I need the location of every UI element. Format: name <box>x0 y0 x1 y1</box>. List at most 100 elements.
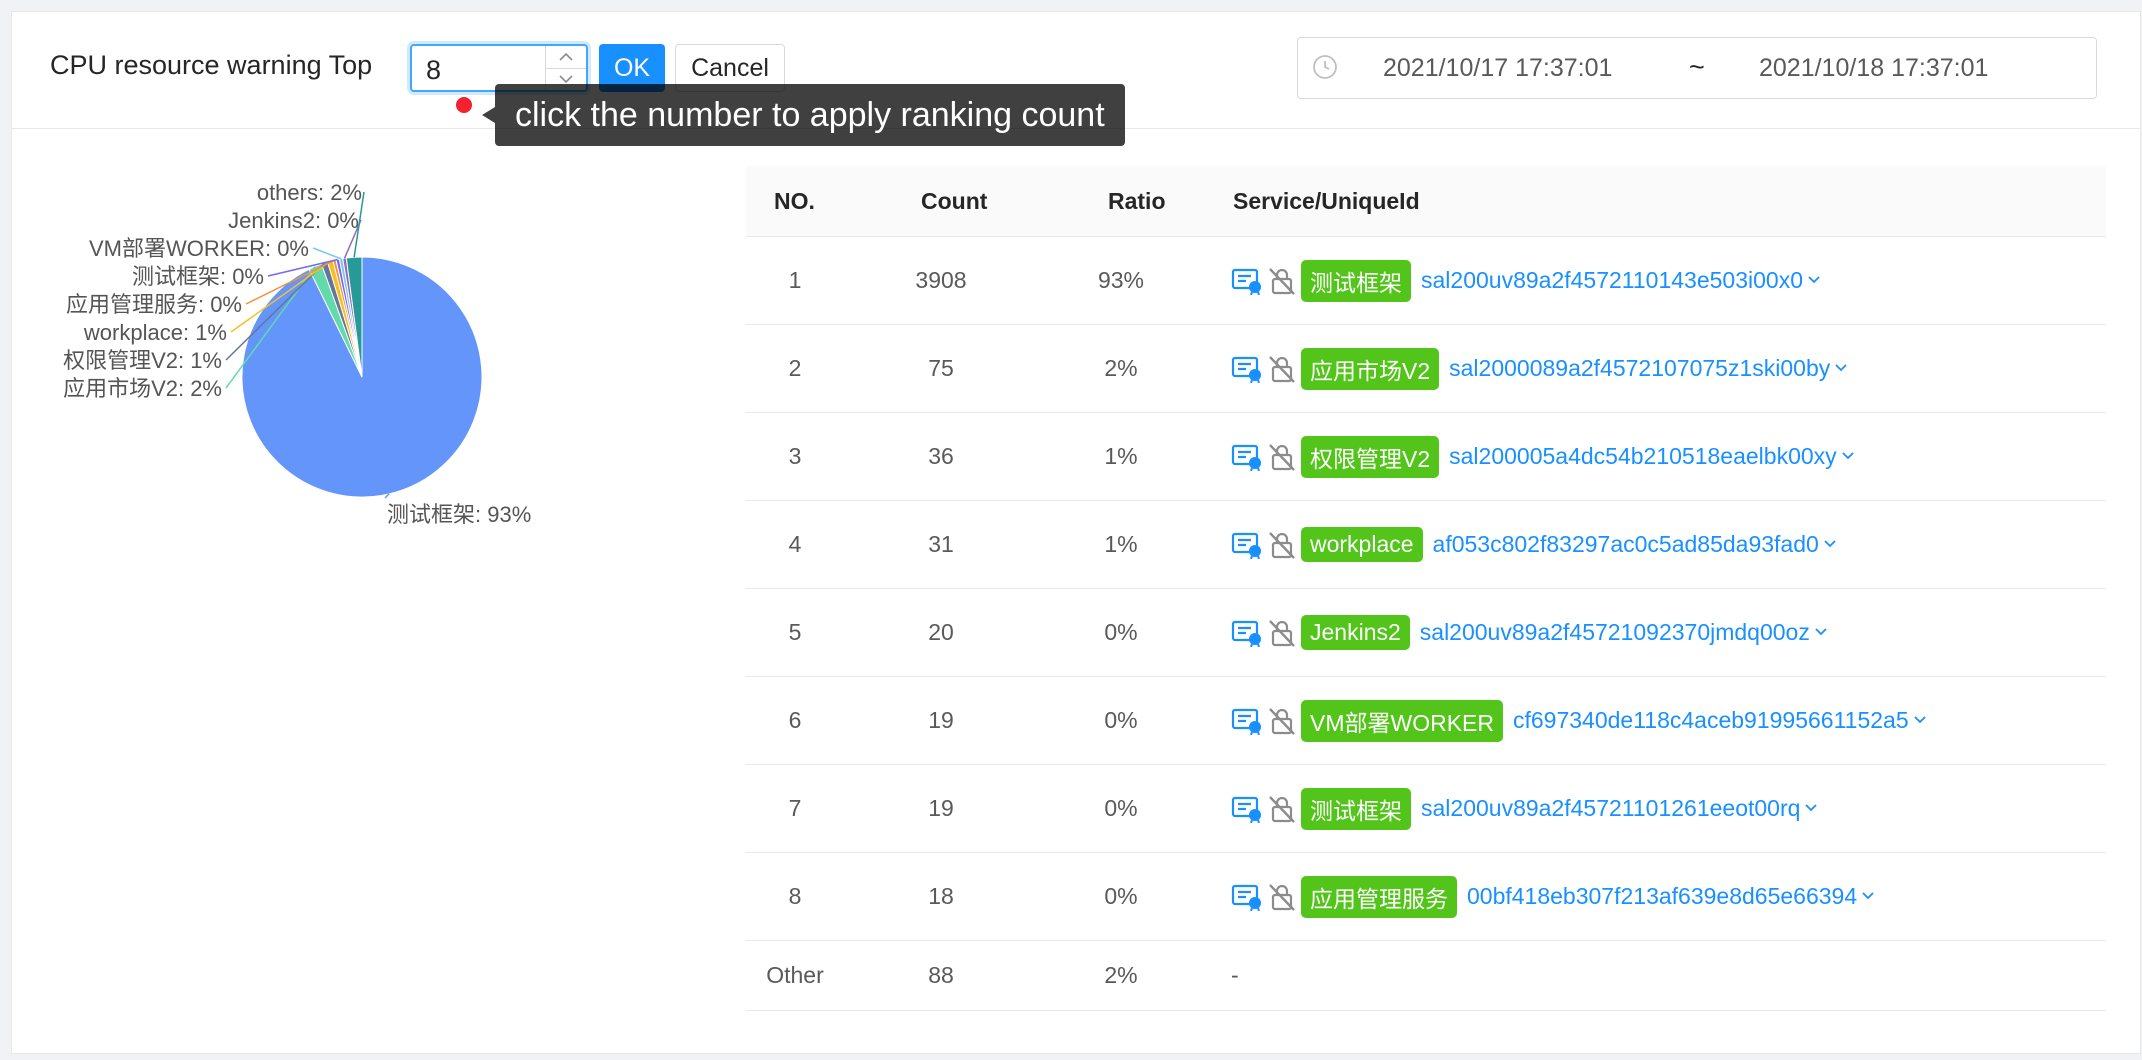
row-count: 88 <box>928 962 954 988</box>
date-range-picker[interactable]: 2021/10/17 17:37:01 ~ 2021/10/18 17:37:0… <box>1297 37 2097 99</box>
pie-slice-label: 应用管理服务: 0% <box>66 292 242 317</box>
service-tag: 测试框架 <box>1301 787 1411 830</box>
date-separator: ~ <box>1689 52 1705 82</box>
chevron-down-icon[interactable] <box>1807 272 1821 290</box>
pie-chart-svg: 测试框架: 93% 应用市场V2: 2% 权限管理V2: 1% workplace: … <box>63 180 531 527</box>
chevron-down-icon[interactable] <box>1814 624 1828 642</box>
end-date-input[interactable]: 2021/10/18 17:37:01 <box>1759 54 1988 83</box>
certificate-icon[interactable] <box>1231 707 1263 735</box>
cpu-warning-card: CPU resource warning Top 8 OK Cancel cli… <box>11 11 2141 1054</box>
row-no: 3 <box>788 443 802 469</box>
table-row: 6 19 0% VM部署WORKER cf697340de118c4aceb919956… <box>746 677 2106 765</box>
certificate-icon[interactable] <box>1231 443 1263 471</box>
service-tag: VM部署WORKER <box>1301 699 1503 742</box>
row-service-cell: workplace af053c802f83297ac0c5ad85da93fad… <box>1231 501 1837 588</box>
table-row: 4 31 1% workplace af053c802f83297ac0c5ad85da… <box>746 501 2106 589</box>
row-service-cell: - <box>1231 962 1239 988</box>
lock-off-icon[interactable] <box>1267 882 1297 912</box>
row-ratio: 1% <box>1104 531 1138 557</box>
service-tag: Jenkins2 <box>1301 615 1410 650</box>
row-count: 20 <box>928 619 954 645</box>
unique-id-link[interactable]: sal200uv89a2f45721101261eeot00rq <box>1421 795 1800 822</box>
col-header-count: Count <box>921 188 988 214</box>
unique-id-link[interactable]: af053c802f83297ac0c5ad85da93fad0 <box>1433 531 1819 558</box>
ranking-table: NO. Count Ratio Service/UniqueId 1 3908 93… <box>746 166 2106 1011</box>
row-count: 75 <box>928 355 954 381</box>
certificate-icon[interactable] <box>1231 355 1263 383</box>
certificate-icon[interactable] <box>1231 267 1263 295</box>
row-no: 4 <box>788 531 802 557</box>
lock-off-icon[interactable] <box>1267 794 1297 824</box>
page-title: CPU resource warning Top <box>50 50 373 80</box>
service-tag: 测试框架 <box>1301 259 1411 302</box>
row-ratio: 93% <box>1097 267 1145 293</box>
row-count: 19 <box>928 707 954 733</box>
pie-slice-label: 测试框架: 0% <box>132 264 264 289</box>
row-no: 1 <box>788 267 802 293</box>
certificate-icon[interactable] <box>1231 619 1263 647</box>
pie-slice-label: VM部署WORKER: 0% <box>89 236 309 261</box>
top-count-value[interactable]: 8 <box>426 55 441 86</box>
col-header-service: Service/UniqueId <box>1233 188 1420 214</box>
table-body: 1 3908 93% 测试框架 sal200uv89a2f4572110143e503i… <box>746 237 2106 1011</box>
table-row: 5 20 0% Jenkins2 sal200uv89a2f45721092370jmd… <box>746 589 2106 677</box>
certificate-icon[interactable] <box>1231 795 1263 823</box>
certificate-icon[interactable] <box>1231 883 1263 911</box>
row-ratio: 1% <box>1104 443 1138 469</box>
row-count: 31 <box>928 531 954 557</box>
alert-dot <box>456 97 472 113</box>
service-tag: 应用管理服务 <box>1301 875 1457 918</box>
service-tag: 应用市场V2 <box>1301 347 1440 390</box>
row-service-cell: 测试框架 sal200uv89a2f45721101261eeot00rq <box>1231 765 1818 852</box>
row-no: 5 <box>788 619 802 645</box>
clock-icon <box>1313 55 1337 79</box>
pie-slice-label: 应用市场V2: 2% <box>63 376 222 401</box>
row-service-cell: 测试框架 sal200uv89a2f4572110143e503i00x0 <box>1231 237 1821 324</box>
pie-slice-label: workplace: 1% <box>83 320 227 345</box>
pie-slice-label: 测试框架: 93% <box>387 502 531 527</box>
row-no: 8 <box>788 883 802 909</box>
row-count: 18 <box>928 883 954 909</box>
chevron-down-icon[interactable] <box>1834 360 1848 378</box>
unique-id-link[interactable]: sal200uv89a2f45721092370jmdq00oz <box>1420 619 1810 646</box>
lock-off-icon[interactable] <box>1267 706 1297 736</box>
chevron-down-icon[interactable] <box>1823 536 1837 554</box>
lock-off-icon[interactable] <box>1267 266 1297 296</box>
row-no: 6 <box>788 707 802 733</box>
row-count: 36 <box>928 443 954 469</box>
chevron-down-icon[interactable] <box>1913 712 1927 730</box>
pie-slice-label: 权限管理V2: 1% <box>63 348 222 373</box>
row-service-cell: 应用市场V2 sal2000089a2f4572107075z1ski00by <box>1231 325 1848 412</box>
chevron-down-icon[interactable] <box>1861 888 1875 906</box>
table-row: 8 18 0% 应用管理服务 00bf418eb307f213af639e8d65e66… <box>746 853 2106 941</box>
chevron-down-icon[interactable] <box>1804 800 1818 818</box>
unique-id-link[interactable]: sal2000089a2f4572107075z1ski00by <box>1449 355 1830 382</box>
card-header: CPU resource warning Top 8 OK Cancel cli… <box>12 12 2140 146</box>
unique-id-link[interactable]: cf697340de118c4aceb91995661152a5 <box>1513 707 1909 734</box>
table-row-other: Other 88 2% - <box>746 941 2106 1011</box>
row-count: 19 <box>928 795 954 821</box>
col-header-ratio: Ratio <box>1108 188 1166 214</box>
col-header-no: NO. <box>774 188 815 214</box>
row-no: 7 <box>788 795 802 821</box>
row-ratio: 2% <box>1104 355 1138 381</box>
lock-off-icon[interactable] <box>1267 354 1297 384</box>
chevron-up-icon[interactable] <box>546 46 586 69</box>
table-header: NO. Count Ratio Service/UniqueId <box>746 166 2106 237</box>
pie-chart: 测试框架: 93% 应用市场V2: 2% 权限管理V2: 1% workplace: … <box>12 128 752 628</box>
unique-id-link[interactable]: 00bf418eb307f213af639e8d65e66394 <box>1467 883 1857 910</box>
row-count: 3908 <box>915 267 967 293</box>
table-row: 3 36 1% 权限管理V2 sal200005a4dc54b210518eaelbk0… <box>746 413 2106 501</box>
lock-off-icon[interactable] <box>1267 530 1297 560</box>
start-date-input[interactable]: 2021/10/17 17:37:01 <box>1383 54 1612 83</box>
unique-id-link[interactable]: sal200005a4dc54b210518eaelbk00xy <box>1449 443 1837 470</box>
service-tag: workplace <box>1301 527 1423 562</box>
row-ratio: 2% <box>1104 962 1138 988</box>
certificate-icon[interactable] <box>1231 531 1263 559</box>
row-service-cell: 权限管理V2 sal200005a4dc54b210518eaelbk00xy <box>1231 413 1855 500</box>
lock-off-icon[interactable] <box>1267 442 1297 472</box>
lock-off-icon[interactable] <box>1267 618 1297 648</box>
row-no: 2 <box>788 355 802 381</box>
chevron-down-icon[interactable] <box>1841 448 1855 466</box>
unique-id-link[interactable]: sal200uv89a2f4572110143e503i00x0 <box>1421 267 1803 294</box>
